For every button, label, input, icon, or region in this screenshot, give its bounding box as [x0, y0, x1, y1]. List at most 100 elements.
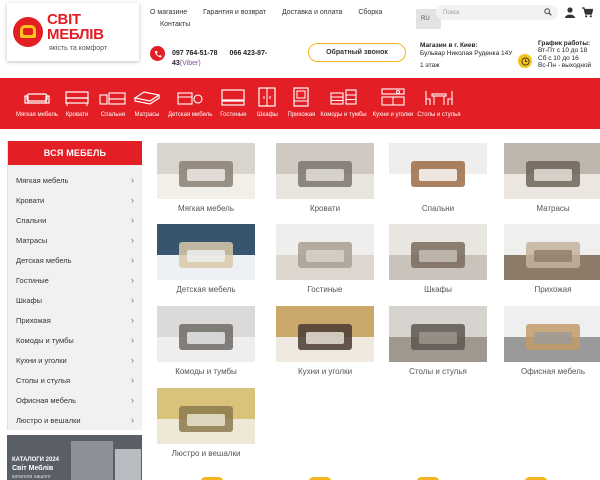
category-title[interactable]: Столы и стулья [389, 367, 487, 376]
product-category-tile[interactable]: Кухни и уголки [276, 306, 374, 376]
category-title[interactable]: Комоды и тумбы [157, 367, 255, 376]
product-category-tile[interactable]: Матрасы [504, 143, 600, 213]
nav-contacts-link[interactable]: Контакты [160, 21, 190, 28]
chevron-right-icon: › [131, 295, 134, 305]
product-category-tile[interactable]: Мягкая мебель [157, 143, 255, 213]
category-title[interactable]: Шкафы [389, 285, 487, 294]
category-title[interactable]: Матрасы [504, 204, 600, 213]
category-kitchen[interactable]: Кухни и уголки [372, 78, 414, 129]
catalog-banner-title: КАТАЛОГИ 2024 [12, 457, 59, 463]
category-photo[interactable] [276, 306, 374, 362]
category-photo[interactable] [157, 143, 255, 199]
sidebar-item-label: Прихожая [16, 315, 51, 325]
sidebar-item[interactable]: Кухни и уголки › [8, 350, 142, 370]
sidebar-title[interactable]: ВСЯ МЕБЕЛЬ [8, 141, 142, 165]
site-logo[interactable]: СВІТ МЕБЛІВ якість та комфорт [7, 3, 139, 61]
sidebar-item[interactable]: Столы и стулья › [8, 370, 142, 390]
schedule-title: График работы: [538, 40, 591, 47]
sidebar-item[interactable]: Гостиные › [8, 270, 142, 290]
category-mattress[interactable]: Матрасы [132, 78, 162, 129]
sidebar-item[interactable]: Детская мебель › [8, 250, 142, 270]
product-category-tile[interactable]: Шкафы [389, 224, 487, 294]
category-sofa[interactable]: Мягкая мебель [16, 78, 58, 129]
sidebar-item-label: Спальни [16, 215, 47, 225]
category-title[interactable]: Кухни и уголки [276, 367, 374, 376]
category-photo[interactable] [276, 224, 374, 280]
nav-assembly-link[interactable]: Сборка [358, 9, 382, 16]
schedule-offday: Вс-Пн - выходной [538, 62, 592, 70]
category-photo[interactable] [389, 306, 487, 362]
sidebar-item[interactable]: Мягкая мебель › [8, 170, 142, 190]
user-account-icon[interactable] [565, 7, 575, 18]
cart-icon[interactable] [582, 7, 593, 18]
category-bed[interactable]: Кровати [62, 78, 92, 129]
product-category-tile[interactable]: Прихожая [504, 224, 600, 294]
sofa-icon [24, 93, 50, 104]
callback-button[interactable]: Обратный звонок [308, 43, 406, 62]
category-kids-furniture[interactable]: Детская мебель [168, 78, 212, 129]
phone-2[interactable]: 066 423-87- [230, 50, 268, 57]
wardrobe-icon [258, 87, 277, 107]
sidebar-item[interactable]: Кровати › [8, 190, 142, 210]
category-table-chairs[interactable]: Столы и стулья [417, 78, 461, 129]
product-category-tile[interactable]: Детская мебель [157, 224, 255, 294]
category-title[interactable]: Детская мебель [157, 285, 255, 294]
category-title[interactable]: Мягкая мебель [157, 204, 255, 213]
phone-1[interactable]: 097 764-51-78 [172, 50, 218, 57]
category-photo[interactable] [504, 306, 600, 362]
product-category-tile[interactable]: Кровати [276, 143, 374, 213]
category-photo[interactable] [276, 143, 374, 199]
sidebar-item-label: Комоды и тумбы [16, 335, 74, 345]
category-photo[interactable] [157, 306, 255, 362]
category-photo[interactable] [389, 224, 487, 280]
product-category-tile[interactable]: Спальни [389, 143, 487, 213]
sidebar-item[interactable]: Спальни › [8, 210, 142, 230]
category-title[interactable]: Кровати [276, 204, 374, 213]
sidebar-item[interactable]: Прихожая › [8, 310, 142, 330]
category-photo[interactable] [504, 224, 600, 280]
nav-delivery-link[interactable]: Доставка и оплата [282, 9, 342, 16]
category-photo[interactable] [157, 224, 255, 280]
product-category-tile[interactable]: Люстро и вешалки [157, 388, 255, 458]
search-icon[interactable] [544, 8, 552, 16]
category-title[interactable]: Спальни [389, 204, 487, 213]
category-photo[interactable] [157, 388, 255, 444]
sidebar-item-label: Кухни и уголки [16, 355, 67, 365]
product-category-tile[interactable]: Офисная мебель [504, 306, 600, 376]
product-category-tile[interactable]: Комоды и тумбы [157, 306, 255, 376]
product-category-tile[interactable]: Гостиные [276, 224, 374, 294]
category-title[interactable]: Люстро и вешалки [157, 449, 255, 458]
phone-2-end[interactable]: 43 [172, 60, 180, 67]
shop-title: Магазин в г. Киев: [420, 42, 478, 49]
category-bedroom[interactable]: Спальни [98, 78, 128, 129]
nav-warranty-link[interactable]: Гарантия и возврат [203, 9, 266, 16]
category-label: Кухни и уголки [372, 112, 414, 118]
category-title[interactable]: Прихожая [504, 285, 600, 294]
sidebar-item[interactable]: Люстро и вешалки › [8, 410, 142, 430]
category-living-room[interactable]: Гостиные [218, 78, 248, 129]
category-title[interactable]: Гостиные [276, 285, 374, 294]
sidebar-item-label: Детская мебель [16, 255, 72, 265]
sidebar-item[interactable]: Матрасы › [8, 230, 142, 250]
category-dresser[interactable]: Комоды и тумбы [320, 78, 367, 129]
chevron-right-icon: › [131, 175, 134, 185]
nav-about-link[interactable]: О магазине [150, 9, 187, 16]
category-photo[interactable] [504, 143, 600, 199]
mattress-icon [133, 91, 161, 105]
search-input[interactable]: Поиск [436, 5, 558, 20]
category-wardrobe[interactable]: Шкафы [252, 78, 282, 129]
category-title[interactable]: Офисная мебель [504, 367, 600, 376]
sidebar-item-label: Кровати [16, 195, 45, 205]
product-category-tile[interactable]: Столы и стулья [389, 306, 487, 376]
armchair-logo-icon [13, 17, 43, 47]
chevron-right-icon: › [131, 255, 134, 265]
chevron-right-icon: › [131, 215, 134, 225]
sidebar-item[interactable]: Офисная мебель › [8, 390, 142, 410]
category-photo[interactable] [389, 143, 487, 199]
sidebar-item[interactable]: Шкафы › [8, 290, 142, 310]
category-hallway[interactable]: Прихожая [286, 78, 316, 129]
bedroom-icon [99, 92, 126, 105]
sidebar-item[interactable]: Комоды и тумбы › [8, 330, 142, 350]
logo-subtitle: якість та комфорт [49, 45, 108, 52]
living-room-icon [221, 89, 246, 106]
